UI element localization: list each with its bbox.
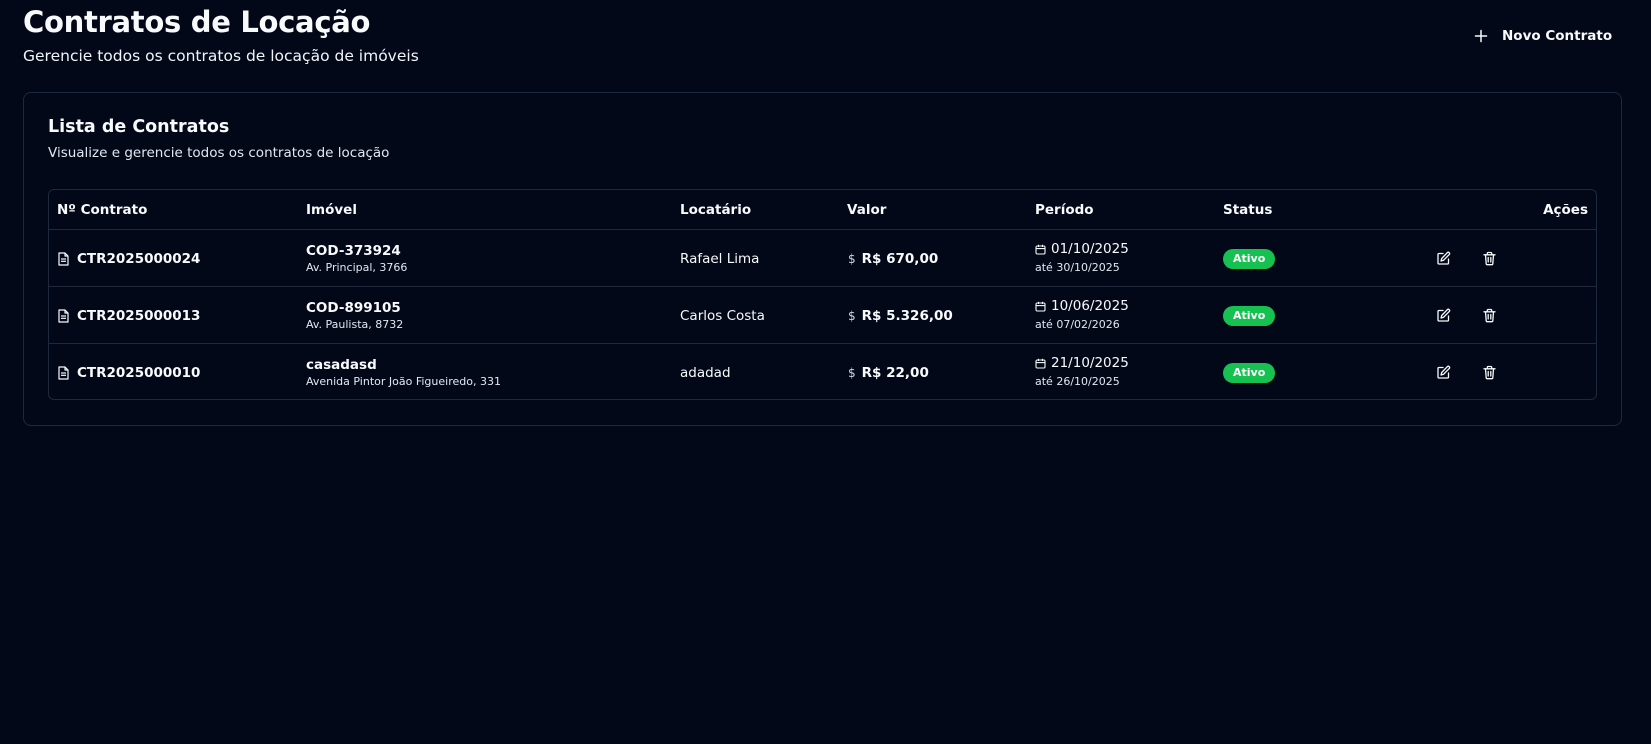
- contract-number: CTR2025000024: [77, 250, 201, 267]
- edit-button[interactable]: [1434, 250, 1452, 268]
- value-cell: $ R$ 5.326,00: [848, 287, 953, 344]
- calendar-icon: [1035, 358, 1046, 369]
- status-badge: Ativo: [1223, 362, 1276, 383]
- table-row: CTR2025000024 COD-373924 Av. Principal, …: [49, 230, 1596, 287]
- file-text-icon: [57, 251, 70, 266]
- tenant-name: Rafael Lima: [680, 250, 760, 267]
- property-code: COD-373924: [306, 242, 401, 259]
- period-end: até 26/10/2025: [1035, 375, 1120, 388]
- period-cell: 10/06/2025 até 07/02/2026: [1035, 287, 1129, 344]
- value-cell: $ R$ 22,00: [848, 344, 929, 399]
- period-cell: 21/10/2025 até 26/10/2025: [1035, 344, 1129, 399]
- status-cell: Ativo: [1223, 344, 1276, 399]
- contract-number: CTR2025000013: [77, 307, 201, 324]
- column-header-contract: Nº Contrato: [57, 202, 148, 218]
- status-cell: Ativo: [1223, 230, 1276, 287]
- page-subtitle: Gerencie todos os contratos de locação d…: [23, 47, 419, 65]
- column-header-property: Imóvel: [306, 202, 357, 218]
- edit-button[interactable]: [1434, 307, 1452, 325]
- value-cell: $ R$ 670,00: [848, 230, 938, 287]
- dollar-icon: $: [848, 308, 856, 323]
- calendar-icon: [1035, 301, 1046, 312]
- plus-icon: [1474, 29, 1488, 43]
- period-start-date: 10/06/2025: [1051, 298, 1129, 314]
- calendar-icon: [1035, 244, 1046, 255]
- column-header-status: Status: [1223, 202, 1273, 218]
- period-end: até 30/10/2025: [1035, 261, 1120, 274]
- table-row: CTR2025000013 COD-899105 Av. Paulista, 8…: [49, 287, 1596, 344]
- column-header-period: Período: [1035, 202, 1094, 218]
- page-title: Contratos de Locação: [23, 5, 371, 39]
- period-start: 01/10/2025: [1035, 240, 1129, 259]
- new-contract-button[interactable]: Novo Contrato: [1466, 20, 1620, 52]
- property-code: COD-899105: [306, 299, 401, 316]
- actions-cell: [1434, 344, 1498, 399]
- property-address: Avenida Pintor João Figueiredo, 331: [306, 374, 501, 388]
- property-code: casadasd: [306, 356, 377, 373]
- dollar-icon: $: [848, 251, 856, 266]
- contract-value: R$ 22,00: [861, 364, 929, 381]
- delete-button[interactable]: [1480, 250, 1498, 268]
- contract-number: CTR2025000010: [77, 364, 201, 381]
- trash-icon: [1482, 251, 1497, 266]
- column-header-tenant: Locatário: [680, 202, 752, 218]
- property-cell: COD-373924 Av. Principal, 3766: [306, 230, 407, 287]
- property-cell: COD-899105 Av. Paulista, 8732: [306, 287, 403, 344]
- edit-icon: [1436, 251, 1451, 266]
- delete-button[interactable]: [1480, 364, 1498, 382]
- edit-icon: [1436, 308, 1451, 323]
- contract-number-cell: CTR2025000013: [57, 287, 200, 344]
- table-row: CTR2025000010 casadasd Avenida Pintor Jo…: [49, 344, 1596, 399]
- property-address: Av. Paulista, 8732: [306, 317, 404, 331]
- card-description: Visualize e gerencie todos os contratos …: [48, 145, 390, 161]
- property-cell: casadasd Avenida Pintor João Figueiredo,…: [306, 344, 501, 399]
- actions-cell: [1434, 287, 1498, 344]
- delete-button[interactable]: [1480, 307, 1498, 325]
- contract-number-cell: CTR2025000010: [57, 344, 201, 399]
- edit-button[interactable]: [1434, 364, 1452, 382]
- dollar-icon: $: [848, 365, 856, 380]
- card-title: Lista de Contratos: [48, 117, 230, 137]
- status-badge: Ativo: [1223, 248, 1276, 269]
- trash-icon: [1482, 365, 1497, 380]
- table-header: Nº Contrato Imóvel Locatário Valor Perío…: [49, 190, 1596, 230]
- status-badge: Ativo: [1223, 305, 1276, 326]
- file-text-icon: [57, 308, 70, 323]
- contracts-card: Lista de Contratos Visualize e gerencie …: [23, 92, 1622, 426]
- contract-value: R$ 670,00: [861, 250, 939, 267]
- period-start-date: 21/10/2025: [1051, 355, 1129, 371]
- period-start: 10/06/2025: [1035, 297, 1129, 316]
- period-cell: 01/10/2025 até 30/10/2025: [1035, 230, 1129, 287]
- period-start: 21/10/2025: [1035, 354, 1129, 373]
- new-contract-label: Novo Contrato: [1502, 28, 1613, 44]
- contract-value: R$ 5.326,00: [861, 307, 953, 324]
- page: Contratos de Locação Gerencie todos os c…: [0, 0, 1651, 744]
- contract-number-cell: CTR2025000024: [57, 230, 200, 287]
- period-end: até 07/02/2026: [1035, 318, 1120, 331]
- status-cell: Ativo: [1223, 287, 1276, 344]
- contracts-table: Nº Contrato Imóvel Locatário Valor Perío…: [48, 189, 1597, 400]
- property-address: Av. Principal, 3766: [306, 260, 408, 274]
- edit-icon: [1436, 365, 1451, 380]
- actions-cell: [1434, 230, 1498, 287]
- trash-icon: [1482, 308, 1497, 323]
- tenant-name: Carlos Costa: [680, 307, 765, 324]
- column-header-value: Valor: [847, 202, 887, 218]
- column-header-actions: Ações: [1543, 202, 1588, 218]
- period-start-date: 01/10/2025: [1051, 241, 1129, 257]
- file-text-icon: [57, 365, 70, 380]
- tenant-name: adadad: [680, 364, 731, 381]
